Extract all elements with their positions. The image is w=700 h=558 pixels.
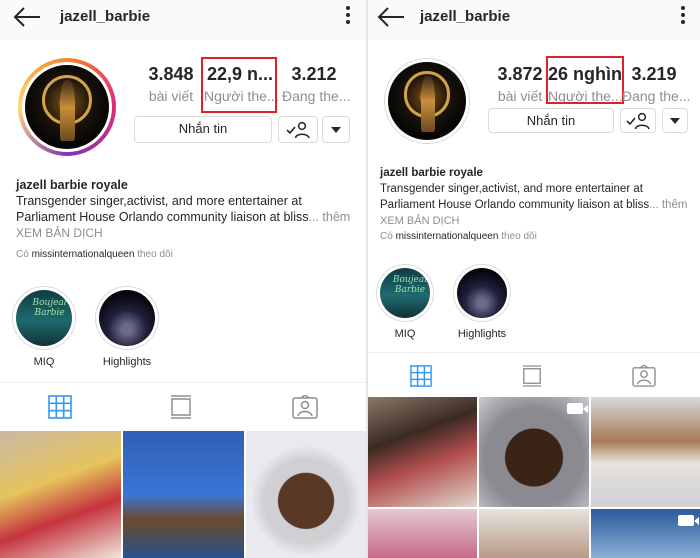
followed-by-suffix: theo dõi — [501, 231, 537, 242]
followed-by-line: Có missinternationalqueen theo dõi — [380, 231, 537, 242]
highlight-label: Highlights — [457, 328, 507, 340]
bio-more-link[interactable]: ... thêm — [309, 210, 351, 224]
grid-icon — [410, 365, 432, 387]
followed-by-prefix: Có — [380, 231, 393, 242]
back-arrow-icon[interactable] — [12, 6, 42, 28]
top-bar: jazell_barbie — [368, 0, 700, 40]
profile-username: jazell_barbie — [60, 8, 151, 25]
following-check-person-icon — [286, 121, 310, 139]
top-bar: jazell_barbie — [0, 0, 366, 40]
bio: jazell barbie royale Transgender singer,… — [380, 165, 687, 229]
tab-tagged[interactable] — [292, 395, 318, 419]
video-camera-icon — [678, 515, 699, 526]
miq-cover-text: Boujeal Barbie — [32, 297, 67, 318]
tab-feed[interactable] — [522, 365, 548, 389]
highlight-miq[interactable]: Boujeal Barbie MIQ — [12, 286, 76, 368]
post-thumbnail[interactable] — [368, 509, 477, 558]
highlights-cover — [457, 268, 507, 318]
more-vertical-icon[interactable] — [344, 6, 352, 26]
bio: jazell barbie royale Transgender singer,… — [16, 177, 350, 241]
bio-line-1: Transgender singer,activist, and more en… — [16, 194, 302, 208]
suggested-accounts-button[interactable] — [662, 108, 688, 133]
post-thumbnail[interactable] — [368, 397, 477, 507]
avatar-story-ring[interactable] — [18, 58, 116, 156]
following-check-person-icon — [626, 112, 650, 130]
bio-line-2: Parliament House Orlando community liais… — [380, 199, 650, 211]
bio-line-2: Parliament House Orlando community liais… — [16, 210, 309, 224]
tab-feed[interactable] — [170, 395, 196, 419]
following-stat[interactable]: 3.219 Đang the... — [622, 64, 691, 104]
tagged-person-icon — [292, 395, 318, 419]
post-thumbnail[interactable] — [591, 509, 700, 558]
following-label: Đang the... — [282, 88, 351, 104]
see-translation-link[interactable]: XEM BẢN DỊCH — [16, 225, 350, 241]
grid-icon — [48, 395, 72, 419]
post-thumbnail[interactable] — [246, 431, 366, 558]
feed-list-icon — [171, 395, 191, 419]
highlight-label: Highlights — [102, 356, 152, 368]
feed-list-icon — [522, 365, 542, 387]
followed-by-suffix: theo dõi — [137, 249, 173, 260]
highlight-highlights[interactable]: Highlights — [94, 286, 160, 368]
followed-by-account[interactable]: missinternationalqueen — [396, 231, 499, 242]
message-button[interactable]: Nhắn tin — [134, 116, 272, 143]
followed-by-account[interactable]: missinternationalqueen — [32, 249, 135, 260]
post-thumbnail[interactable] — [479, 397, 589, 507]
highlight-highlights[interactable]: Highlights — [452, 264, 512, 340]
following-stat[interactable]: 3.212 Đang the... — [282, 64, 351, 104]
post-thumbnail[interactable] — [123, 431, 244, 558]
following-count: 3.212 — [291, 64, 337, 84]
more-vertical-icon[interactable] — [679, 6, 687, 26]
miq-cover-text: Boujeal Barbie — [392, 275, 428, 295]
posts-label: bài viết — [497, 88, 543, 104]
post-thumbnail[interactable] — [479, 509, 589, 558]
profile-username: jazell_barbie — [420, 8, 511, 25]
miq-highlight-cover: Boujeal Barbie — [380, 268, 430, 318]
tagged-person-icon — [632, 365, 656, 387]
post-thumbnail[interactable] — [591, 397, 700, 507]
highlights-cover — [99, 290, 155, 346]
following-label: Đang the... — [622, 88, 691, 104]
followers-highlight-box — [546, 56, 624, 104]
tab-grid[interactable] — [410, 365, 436, 389]
profile-tabs — [0, 382, 366, 430]
posts-count: 3.848 — [148, 64, 194, 84]
avatar — [22, 62, 112, 152]
message-button[interactable]: Nhắn tin — [488, 108, 614, 133]
posts-stat: 3.872 bài viết — [492, 64, 548, 104]
followed-by-prefix: Có — [16, 249, 29, 260]
profile-panel-after: jazell_barbie 3.872 bài viết 26 nghìn Ng… — [368, 0, 700, 558]
highlight-miq[interactable]: Boujeal Barbie MIQ — [376, 264, 434, 340]
profile-tabs — [368, 352, 700, 396]
post-thumbnail[interactable] — [0, 431, 121, 558]
miq-highlight-cover: Boujeal Barbie — [16, 290, 72, 346]
followers-highlight-box — [201, 57, 277, 113]
followed-by-line: Có missinternationalqueen theo dõi — [16, 249, 173, 260]
posts-stat: 3.848 bài viết — [140, 64, 202, 104]
highlight-label: MIQ — [33, 356, 55, 368]
full-name: jazell barbie royale — [16, 178, 128, 192]
back-arrow-icon[interactable] — [376, 6, 406, 28]
full-name: jazell barbie royale — [380, 167, 483, 179]
tab-tagged[interactable] — [632, 365, 658, 389]
video-camera-icon — [567, 403, 588, 414]
suggested-accounts-button[interactable] — [322, 116, 350, 143]
posts-count: 3.872 — [497, 64, 543, 84]
bio-line-1: Transgender singer,activist, and more en… — [380, 183, 643, 195]
see-translation-link[interactable]: XEM BẢN DỊCH — [380, 213, 687, 229]
avatar-ring[interactable] — [384, 58, 470, 144]
following-button[interactable] — [278, 116, 318, 143]
caret-down-icon — [331, 127, 341, 133]
highlight-label: MIQ — [394, 328, 416, 340]
following-count: 3.219 — [631, 64, 677, 84]
posts-label: bài viết — [148, 88, 194, 104]
profile-panel-before: jazell_barbie 3.848 bài viết 22,9 n... N… — [0, 0, 366, 558]
caret-down-icon — [670, 118, 680, 124]
following-button[interactable] — [620, 108, 656, 133]
tab-grid[interactable] — [48, 395, 74, 419]
avatar — [388, 62, 466, 140]
bio-more-link[interactable]: ... thêm — [649, 199, 687, 211]
